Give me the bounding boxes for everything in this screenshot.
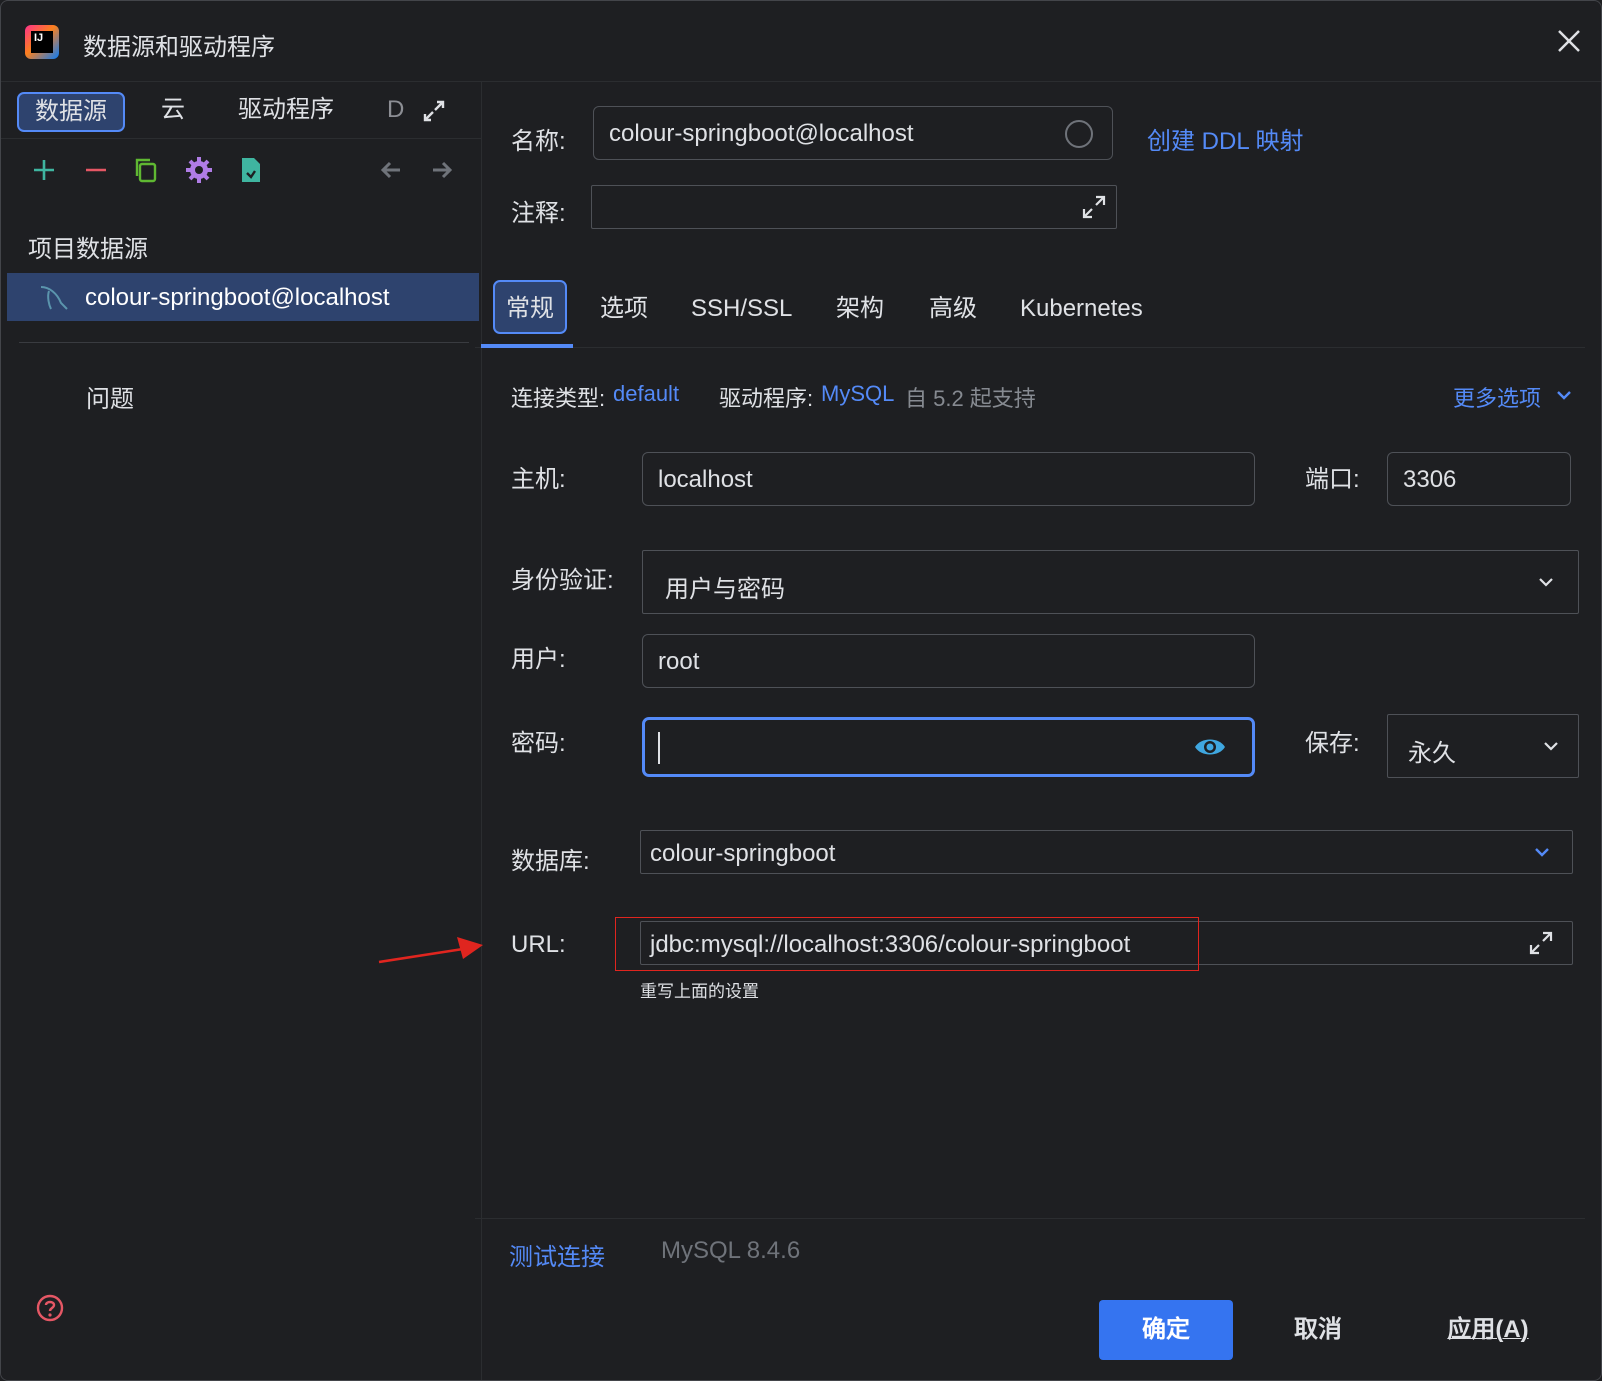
active-tab-indicator	[481, 344, 573, 348]
expand-icon[interactable]	[1080, 193, 1108, 221]
window-title: 数据源和驱动程序	[83, 34, 275, 61]
password-field[interactable]	[642, 717, 1255, 777]
tab-overflow[interactable]: D	[387, 92, 404, 128]
color-circle-icon[interactable]	[1064, 119, 1094, 149]
driver-value[interactable]: MySQL	[821, 381, 894, 407]
tab-data-sources[interactable]: 数据源	[17, 92, 125, 132]
remove-icon[interactable]	[81, 155, 111, 185]
driver-note: 自 5.2 起支持	[905, 386, 1036, 411]
port-label: 端口:	[1305, 466, 1360, 493]
apply-button[interactable]: 应用(A)	[1413, 1300, 1563, 1360]
divider	[19, 342, 469, 343]
connection-type-value[interactable]: default	[613, 381, 679, 407]
host-field[interactable]: localhost	[642, 452, 1255, 506]
annotation-arrow-icon	[378, 937, 483, 964]
tab-options[interactable]: 选项	[600, 282, 648, 336]
add-icon[interactable]	[29, 155, 59, 185]
comment-field[interactable]	[591, 185, 1117, 229]
title-bar: IJ 数据源和驱动程序	[1, 1, 1601, 82]
import-icon[interactable]	[236, 155, 266, 185]
left-tab-bar: 数据源 云 驱动程序 D	[1, 82, 481, 139]
more-options-link[interactable]: 更多选项	[1453, 381, 1541, 413]
expand-icon[interactable]	[419, 96, 449, 126]
test-connection-link[interactable]: 测试连接	[509, 1237, 605, 1272]
create-ddl-mapping-link[interactable]: 创建 DDL 映射	[1147, 121, 1303, 156]
left-panel: 数据源 云 驱动程序 D 项目数据源 colour-springboot@loc…	[1, 82, 482, 1380]
tab-kubernetes[interactable]: Kubernetes	[1020, 282, 1143, 336]
data-sources-dialog: IJ 数据源和驱动程序 数据源 云 驱动程序 D 项目数据源 colour-sp…	[0, 0, 1602, 1381]
url-field[interactable]: jdbc:mysql://localhost:3306/colour-sprin…	[640, 921, 1573, 965]
tab-cloud[interactable]: 云	[161, 92, 185, 128]
host-label: 主机:	[511, 466, 566, 493]
sidebar-item-label: colour-springboot@localhost	[85, 284, 390, 311]
name-label: 名称:	[511, 128, 566, 155]
port-field[interactable]: 3306	[1387, 452, 1571, 506]
url-hint: 重写上面的设置	[640, 982, 759, 1001]
driver-label: 驱动程序:	[719, 386, 814, 411]
forward-arrow-icon[interactable]	[427, 155, 457, 185]
ok-button[interactable]: 确定	[1099, 1300, 1233, 1360]
duplicate-icon[interactable]	[131, 155, 161, 185]
auth-label: 身份验证:	[511, 567, 614, 594]
connection-type-label: 连接类型:	[511, 386, 606, 411]
tab-ssh-ssl[interactable]: SSH/SSL	[691, 282, 792, 336]
user-field[interactable]: root	[642, 634, 1255, 688]
sidebar-item-datasource[interactable]: colour-springboot@localhost	[7, 273, 479, 321]
back-arrow-icon[interactable]	[376, 155, 406, 185]
database-select[interactable]: colour-springboot	[640, 830, 1573, 874]
help-icon[interactable]	[35, 1293, 65, 1323]
password-label: 密码:	[511, 730, 566, 757]
intellij-logo-icon: IJ	[25, 25, 59, 59]
chevron-down-icon	[1535, 848, 1549, 857]
settings-icon[interactable]	[184, 155, 214, 185]
tab-advanced[interactable]: 高级	[929, 282, 977, 336]
expand-icon[interactable]	[1527, 929, 1555, 957]
right-panel: 名称: colour-springboot@localhost 创建 DDL 映…	[475, 82, 1601, 1380]
auth-select[interactable]: 用户与密码	[642, 550, 1579, 614]
comment-label: 注释:	[511, 200, 566, 227]
user-label: 用户:	[511, 646, 566, 673]
project-data-sources-heading: 项目数据源	[28, 236, 148, 263]
tab-schemas[interactable]: 架构	[836, 282, 884, 336]
save-label: 保存:	[1305, 730, 1360, 757]
tabs-divider	[475, 347, 1585, 348]
save-select[interactable]: 永久	[1387, 714, 1579, 778]
eye-icon[interactable]	[1193, 732, 1227, 762]
cancel-button[interactable]: 取消	[1251, 1300, 1385, 1360]
text-cursor	[658, 732, 660, 764]
chevron-down-icon	[1539, 578, 1553, 587]
close-icon[interactable]	[1551, 23, 1587, 59]
database-label: 数据库:	[511, 848, 590, 875]
chevron-down-icon	[1544, 742, 1558, 751]
problems-item[interactable]: 问题	[86, 379, 134, 414]
name-field[interactable]: colour-springboot@localhost	[593, 106, 1113, 160]
server-version: MySQL 8.4.6	[661, 1237, 801, 1264]
tab-general[interactable]: 常规	[493, 280, 567, 334]
chevron-down-icon[interactable]	[1553, 384, 1575, 406]
mysql-dolphin-icon	[40, 286, 68, 310]
footer-divider	[475, 1218, 1585, 1219]
tab-drivers[interactable]: 驱动程序	[238, 92, 334, 128]
url-label: URL:	[511, 931, 566, 958]
